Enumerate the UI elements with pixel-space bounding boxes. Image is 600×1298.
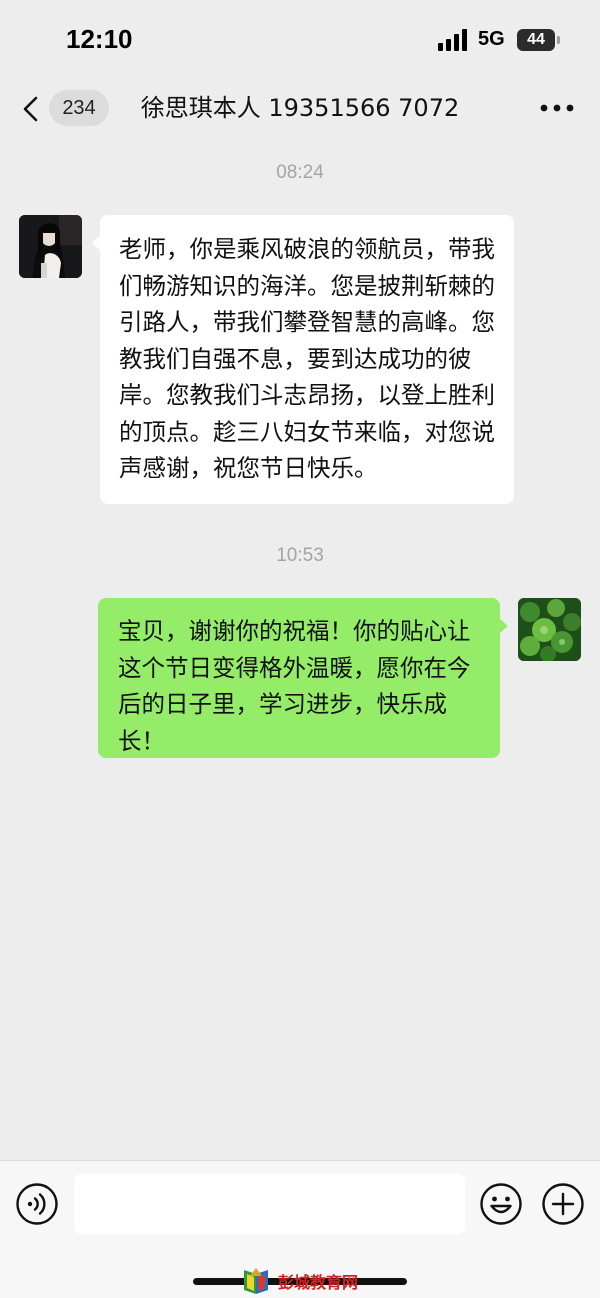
plus-button[interactable] bbox=[541, 1182, 585, 1226]
back-button[interactable]: 234 bbox=[20, 90, 114, 126]
battery-tip bbox=[557, 36, 560, 44]
avatar-photo bbox=[19, 215, 82, 278]
emoji-icon bbox=[480, 1183, 522, 1225]
network-label: 5G bbox=[478, 28, 505, 50]
outgoing-message-bubble[interactable]: 宝贝，谢谢你的祝福！你的贴心让这个节日变得格外温暖，愿你在今后的日子里，学习进步… bbox=[98, 598, 508, 758]
plus-icon bbox=[542, 1183, 584, 1225]
voice-icon bbox=[16, 1183, 58, 1225]
battery-icon: 44 bbox=[517, 29, 561, 51]
book-logo-icon bbox=[244, 1268, 268, 1294]
battery-level: 44 bbox=[517, 29, 555, 51]
message-input[interactable] bbox=[74, 1174, 465, 1234]
watermark: 彭城教育网 bbox=[240, 1266, 366, 1296]
status-bar: 12:10 5G 44 bbox=[0, 0, 600, 80]
chevron-left-icon bbox=[23, 96, 38, 122]
incoming-message-text: 老师，你是乘风破浪的领航员，带我们畅游知识的海洋。您是披荆斩棘的引路人，带我们攀… bbox=[119, 235, 495, 482]
message-timestamp: 10:53 bbox=[276, 545, 324, 566]
chat-header: 234 徐思琪本人 19351566 7072 bbox=[0, 80, 600, 136]
voice-button[interactable] bbox=[15, 1182, 59, 1226]
unread-count-badge: 234 bbox=[49, 90, 109, 126]
message-timestamp: 08:24 bbox=[276, 162, 324, 183]
incoming-message-bubble[interactable]: 老师，你是乘风破浪的领航员，带我们畅游知识的海洋。您是披荆斩棘的引路人，带我们攀… bbox=[92, 215, 514, 504]
outgoing-message-text: 宝贝，谢谢你的祝福！你的贴心让这个节日变得格外温暖，愿你在今后的日子里，学习进步… bbox=[118, 617, 471, 755]
more-button[interactable] bbox=[536, 94, 576, 122]
watermark-text: 彭城教育网 bbox=[278, 1273, 359, 1292]
my-avatar[interactable] bbox=[518, 598, 581, 661]
contact-avatar[interactable] bbox=[19, 215, 82, 278]
chat-title: 徐思琪本人 19351566 7072 bbox=[140, 94, 460, 122]
status-time: 12:10 bbox=[66, 24, 133, 54]
avatar-photo bbox=[518, 598, 581, 661]
more-dots-icon bbox=[540, 104, 574, 112]
signal-bars-icon bbox=[438, 29, 467, 51]
emoji-button[interactable] bbox=[479, 1182, 523, 1226]
